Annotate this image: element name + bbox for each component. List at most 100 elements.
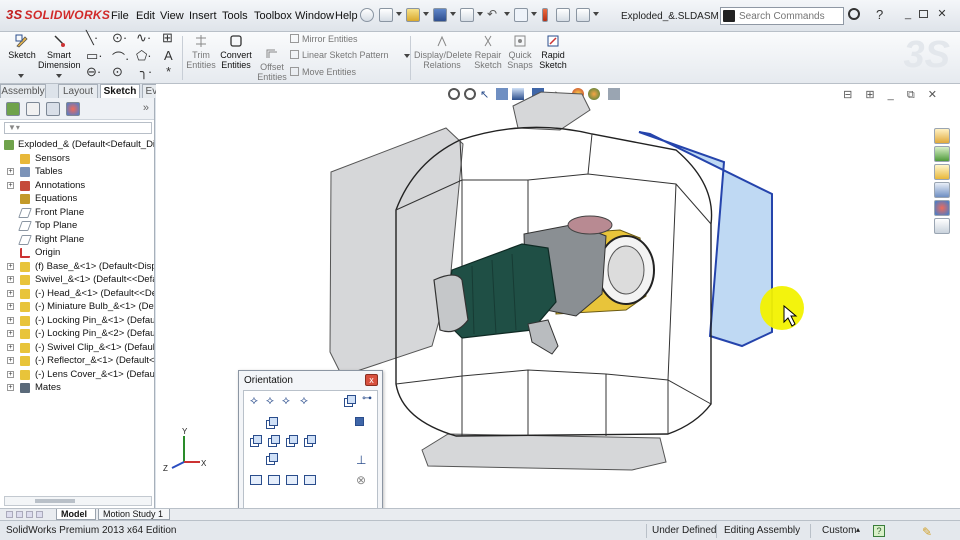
- menu-view[interactable]: View: [160, 10, 184, 22]
- normal-to-icon[interactable]: ⊥: [356, 453, 366, 467]
- tree-item[interactable]: Equations: [0, 192, 154, 206]
- view-palette-icon[interactable]: [934, 182, 950, 198]
- appearances-icon[interactable]: [934, 200, 950, 216]
- horizontal-scrollbar[interactable]: [4, 496, 152, 506]
- design-library-icon[interactable]: [934, 146, 950, 162]
- view-dropdown-icon[interactable]: [352, 417, 364, 429]
- point-icon[interactable]: *: [166, 64, 171, 79]
- quick-snaps-button[interactable]: Quick Snaps: [506, 34, 534, 70]
- search-icon[interactable]: [848, 8, 860, 20]
- tree-item[interactable]: + Mates: [0, 381, 154, 395]
- tree-item[interactable]: + Tables: [0, 165, 154, 179]
- tree-item[interactable]: + Annotations: [0, 179, 154, 193]
- menu-tools[interactable]: Tools: [222, 10, 248, 22]
- options-dropdown-icon[interactable]: [593, 12, 599, 16]
- polygon-icon[interactable]: ⬠·: [136, 48, 152, 64]
- tree-item[interactable]: + (-) Head_&<1> (Default<<De: [0, 287, 154, 301]
- select-arrow-icon[interactable]: [514, 8, 528, 22]
- expand-toggle-icon[interactable]: +: [7, 330, 14, 337]
- print-dropdown-icon[interactable]: [477, 12, 483, 16]
- menu-window[interactable]: Window: [295, 10, 334, 22]
- select-dropdown-icon[interactable]: [531, 12, 537, 16]
- tree-item[interactable]: Exploded_& (Default<Default_Di: [0, 138, 154, 152]
- new-view-icon[interactable]: ⟡: [266, 393, 274, 408]
- tab-sketch[interactable]: Sketch: [100, 84, 140, 98]
- reset-standard-views-icon[interactable]: ⟡: [300, 393, 308, 408]
- tree-item[interactable]: + Swivel_&<1> (Default<<Defa: [0, 273, 154, 287]
- pushpin-icon[interactable]: ⊶: [362, 393, 372, 404]
- configuration-manager-icon[interactable]: [46, 102, 60, 116]
- rectangle-icon[interactable]: ▭·: [86, 48, 103, 64]
- tree-item[interactable]: Right Plane: [0, 233, 154, 247]
- trim-entities-button[interactable]: Trim Entities: [186, 34, 216, 70]
- options-icon[interactable]: [576, 8, 590, 22]
- flashlight-base[interactable]: [433, 274, 469, 333]
- smart-dimension-button[interactable]: Smart Dimension: [38, 34, 81, 70]
- expand-panel-icon[interactable]: »: [143, 102, 149, 114]
- search-commands-box[interactable]: [720, 7, 844, 25]
- view-back-icon[interactable]: [266, 417, 278, 429]
- offset-entities-button[interactable]: Offset Entities: [256, 46, 288, 82]
- menu-help[interactable]: Help: [335, 10, 358, 22]
- prev-tab-icon[interactable]: [16, 511, 23, 518]
- view-top-icon[interactable]: [304, 435, 316, 447]
- tab-layout[interactable]: Layout: [58, 84, 98, 98]
- save-dropdown-icon[interactable]: [450, 12, 456, 16]
- two-view-horizontal-icon[interactable]: [268, 475, 280, 485]
- display-manager-icon[interactable]: [66, 102, 80, 116]
- undo-dropdown-icon[interactable]: [504, 12, 510, 16]
- move-entities-button[interactable]: Move Entities: [290, 67, 356, 77]
- expand-toggle-icon[interactable]: +: [7, 343, 14, 351]
- sketch-dropdown-icon[interactable]: [18, 74, 24, 78]
- pin-dialog-icon[interactable]: [344, 395, 356, 407]
- tree-item[interactable]: + (-) Miniature Bulb_&<1> (Def: [0, 300, 154, 314]
- sketch-button[interactable]: Sketch: [8, 34, 36, 60]
- expand-toggle-icon[interactable]: +: [7, 289, 14, 297]
- tree-item[interactable]: + (-) Locking Pin_&<2> (Defaul: [0, 327, 154, 341]
- restore-icon[interactable]: [919, 10, 928, 18]
- menu-edit[interactable]: Edit: [136, 10, 155, 22]
- tree-item[interactable]: Top Plane: [0, 219, 154, 233]
- new-document-icon[interactable]: [379, 8, 393, 22]
- menu-insert[interactable]: Insert: [189, 10, 217, 22]
- link-views-icon[interactable]: ⊗: [356, 473, 366, 487]
- slot-icon[interactable]: ⊖·: [86, 64, 101, 80]
- close-dialog-icon[interactable]: x: [365, 374, 378, 386]
- view-left-icon[interactable]: [250, 435, 262, 447]
- ellipse-icon[interactable]: ⊙: [112, 64, 123, 80]
- tree-item[interactable]: + (-) Locking Pin_&<1> (Defaul: [0, 314, 154, 328]
- four-view-icon[interactable]: [304, 475, 316, 485]
- tree-item[interactable]: + (-) Swivel Clip_&<1> (Defaul: [0, 341, 154, 355]
- rebuild-icon[interactable]: [542, 8, 548, 22]
- tree-item[interactable]: + (-) Lens Cover_&<1> (Default: [0, 368, 154, 382]
- view-selector-icon[interactable]: ⟡: [250, 393, 258, 408]
- tab-motion-study-1[interactable]: Motion Study 1: [98, 509, 170, 520]
- convert-entities-button[interactable]: Convert Entities: [218, 34, 254, 70]
- expand-toggle-icon[interactable]: +: [7, 276, 14, 283]
- units-dropdown-icon[interactable]: ▴: [856, 525, 860, 534]
- help-status-icon[interactable]: ?: [873, 525, 885, 537]
- expand-toggle-icon[interactable]: +: [7, 316, 14, 324]
- tree-item[interactable]: Sensors: [0, 152, 154, 166]
- help-icon[interactable]: ?: [876, 7, 883, 22]
- feature-tree-icon[interactable]: [6, 102, 20, 116]
- undo-icon[interactable]: ↶: [487, 8, 501, 22]
- tab-model[interactable]: Model: [56, 509, 96, 520]
- update-standard-views-icon[interactable]: ⟡: [282, 393, 290, 408]
- search-input[interactable]: [739, 9, 841, 23]
- units-selector[interactable]: Custom: [822, 525, 856, 536]
- grid-icon[interactable]: ⊞: [162, 30, 173, 46]
- spline-icon[interactable]: ∿·: [136, 30, 151, 46]
- expand-toggle-icon[interactable]: +: [7, 181, 14, 189]
- face-bottom[interactable]: [421, 433, 667, 471]
- quick-tip-icon[interactable]: ✎: [922, 525, 932, 539]
- line-icon[interactable]: ╲·: [86, 30, 98, 46]
- feature-filter[interactable]: ▼▾: [4, 122, 152, 134]
- expand-toggle-icon[interactable]: +: [7, 168, 14, 175]
- open-dropdown-icon[interactable]: [423, 12, 429, 16]
- tree-item[interactable]: + (f) Base_&<1> (Default<Displ: [0, 260, 154, 274]
- menu-file[interactable]: File: [111, 10, 129, 22]
- solidworks-resources-icon[interactable]: [934, 128, 950, 144]
- mirror-entities-button[interactable]: Mirror Entities: [290, 34, 358, 44]
- single-view-icon[interactable]: [250, 475, 262, 485]
